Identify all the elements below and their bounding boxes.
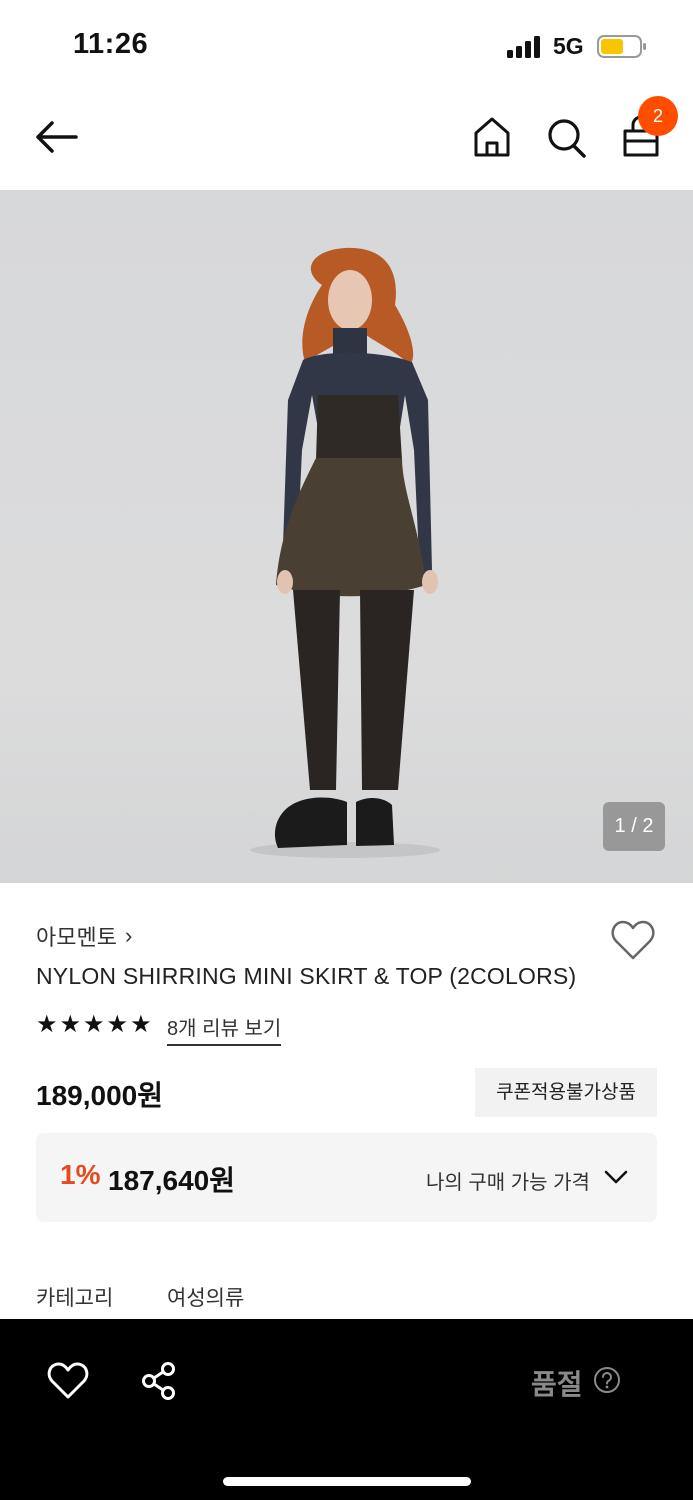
signal-icon xyxy=(507,36,540,58)
benefit-price-box[interactable]: 1% 187,640원 나의 구매 가능 가격 xyxy=(36,1133,657,1222)
product-image[interactable] xyxy=(0,190,693,883)
category-label: 카테고리 xyxy=(36,1287,114,1310)
star-icon: ★ xyxy=(106,1011,129,1038)
brand-link[interactable]: 아모멘토 › xyxy=(36,920,132,952)
home-icon[interactable] xyxy=(472,115,512,159)
review-link[interactable]: 8개 리뷰 보기 xyxy=(167,1012,282,1046)
bottom-action-bar: 품절 xyxy=(0,1319,693,1500)
status-time: 11:26 xyxy=(73,28,149,60)
battery-icon xyxy=(597,35,646,58)
soldout-label: 품절 xyxy=(531,1369,583,1400)
product-price: 189,000원 xyxy=(36,1080,163,1111)
category-value: 여성의류 xyxy=(167,1287,245,1310)
cart-count-badge: 2 xyxy=(638,96,678,136)
rating-stars: ★ ★ ★ ★ ★ xyxy=(36,1012,152,1038)
status-bar: 11:26 5G xyxy=(0,0,693,90)
star-icon: ★ xyxy=(59,1011,82,1038)
star-icon: ★ xyxy=(36,1011,58,1038)
image-counter: 1 / 2 xyxy=(603,802,665,851)
network-type: 5G xyxy=(553,33,584,59)
top-nav xyxy=(0,95,693,179)
chevron-right-icon: › xyxy=(124,923,133,948)
help-circle-icon[interactable] xyxy=(593,1366,621,1394)
product-title: NYLON SHIRRING MINI SKIRT & TOP (2COLORS… xyxy=(36,963,577,989)
discount-percent: 1% xyxy=(60,1159,101,1190)
chevron-down-icon[interactable] xyxy=(602,1163,630,1191)
model-photo xyxy=(250,247,440,858)
search-icon[interactable] xyxy=(546,115,588,159)
home-indicator xyxy=(223,1477,471,1486)
heart-icon[interactable] xyxy=(47,1361,89,1401)
share-icon[interactable] xyxy=(140,1361,178,1401)
benefit-label: 나의 구매 가능 가격 xyxy=(426,1172,590,1194)
coupon-badge: 쿠폰적용불가상품 xyxy=(475,1068,657,1117)
heart-icon[interactable] xyxy=(610,918,656,962)
brand-name: 아모멘토 xyxy=(36,925,117,950)
star-icon: ★ xyxy=(130,1011,152,1038)
benefit-price: 187,640원 xyxy=(108,1165,235,1196)
back-arrow-icon[interactable] xyxy=(32,115,80,159)
star-icon: ★ xyxy=(83,1011,105,1038)
